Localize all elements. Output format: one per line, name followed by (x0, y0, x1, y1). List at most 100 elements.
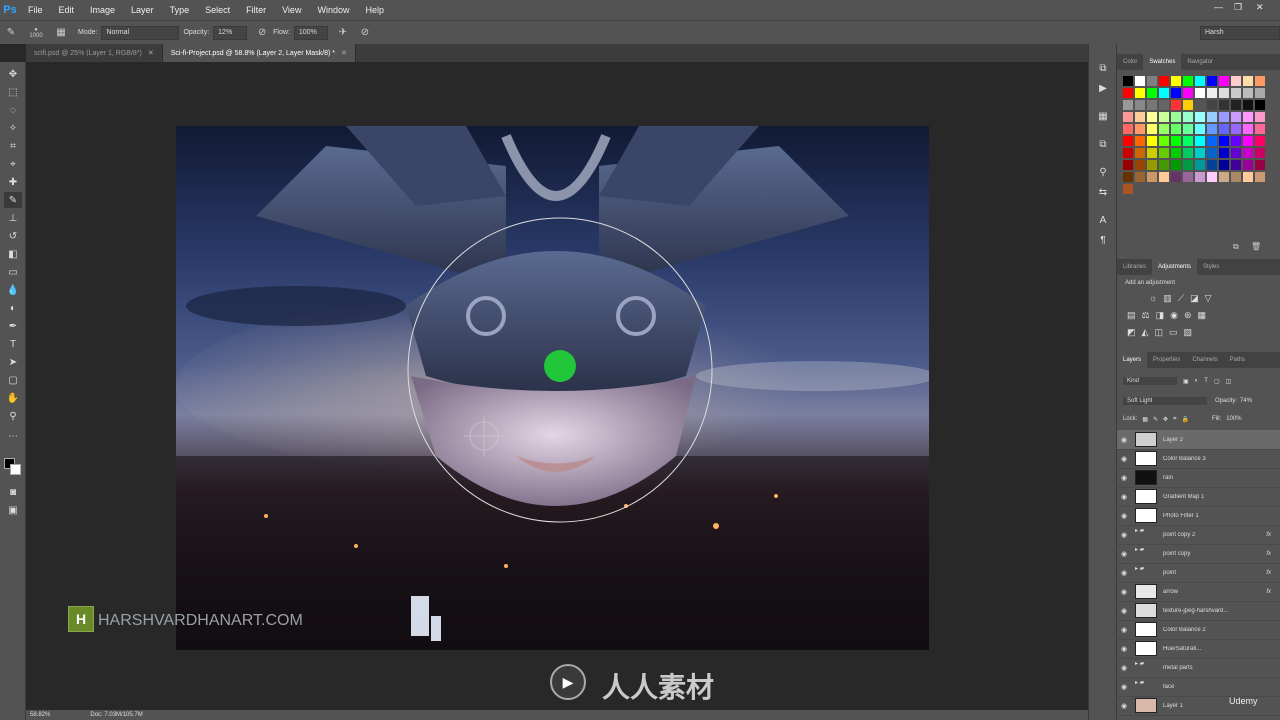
filter-shape-icon[interactable]: ▢ (1214, 378, 1220, 385)
fill-value[interactable]: 100% (1226, 416, 1241, 422)
swatch[interactable] (1255, 112, 1265, 122)
swatch[interactable] (1183, 88, 1193, 98)
swatch[interactable] (1195, 88, 1205, 98)
brush-preset-picker[interactable]: ● 1000 (25, 25, 47, 41)
menu-edit[interactable]: Edit (51, 5, 83, 15)
swatch[interactable] (1171, 136, 1181, 146)
swatch[interactable] (1231, 76, 1241, 86)
swatch[interactable] (1207, 124, 1217, 134)
swatch[interactable] (1255, 88, 1265, 98)
brush-tool-icon[interactable]: ✎ (4, 192, 22, 208)
layer-effects-badge[interactable]: fx (1266, 532, 1271, 538)
black-white-icon[interactable]: ◨ (1156, 310, 1165, 321)
character-icon[interactable]: A (1095, 212, 1111, 228)
swatch[interactable] (1195, 172, 1205, 182)
gradient-tool-icon[interactable]: ▭ (4, 264, 22, 280)
menu-file[interactable]: File (20, 5, 51, 15)
swatch[interactable] (1123, 172, 1133, 182)
filter-smart-icon[interactable]: ◫ (1226, 378, 1232, 385)
visibility-eye-icon[interactable]: ◉ (1117, 702, 1131, 710)
quick-mask-icon[interactable]: ◙ (4, 484, 22, 500)
pressure-opacity-icon[interactable]: ⊘ (254, 25, 270, 41)
swatch[interactable] (1195, 160, 1205, 170)
brush-tool-icon[interactable]: ✎ (3, 25, 19, 41)
swatch[interactable] (1171, 88, 1181, 98)
swatch[interactable] (1147, 76, 1157, 86)
tab-color[interactable]: Color (1117, 54, 1143, 70)
eraser-tool-icon[interactable]: ◧ (4, 246, 22, 262)
swatch[interactable] (1183, 112, 1193, 122)
swatch[interactable] (1243, 88, 1253, 98)
menu-layer[interactable]: Layer (123, 5, 162, 15)
swatch[interactable] (1171, 100, 1181, 110)
filter-pixel-icon[interactable]: ▣ (1183, 378, 1189, 385)
zoom-level[interactable]: 58.82% (30, 712, 50, 718)
hue-sat-icon[interactable]: ▤ (1127, 310, 1136, 321)
canvas-area[interactable]: H H HARSHVARDHANART.COM ▶ 人人素材 (26, 62, 1088, 710)
vibrance-icon[interactable]: ▽ (1205, 293, 1212, 304)
filter-adjust-icon[interactable]: ◐ (1195, 378, 1199, 384)
swatch[interactable] (1123, 112, 1133, 122)
swatch[interactable] (1195, 112, 1205, 122)
tab-paths[interactable]: Paths (1224, 352, 1251, 368)
swatch[interactable] (1243, 160, 1253, 170)
swatch[interactable] (1255, 160, 1265, 170)
swatch[interactable] (1243, 124, 1253, 134)
swatch[interactable] (1183, 100, 1193, 110)
layer-kind-select[interactable]: Kind (1123, 377, 1177, 385)
swatch[interactable] (1159, 112, 1169, 122)
swatch[interactable] (1123, 76, 1133, 86)
tab-navigator[interactable]: Navigator (1181, 54, 1219, 70)
type-tool-icon[interactable]: T (4, 336, 22, 352)
layer-row[interactable]: ◉ rain (1117, 468, 1280, 488)
swatch[interactable] (1231, 124, 1241, 134)
swatch[interactable] (1183, 160, 1193, 170)
swatch[interactable] (1231, 172, 1241, 182)
swatch[interactable] (1159, 76, 1169, 86)
visibility-eye-icon[interactable]: ◉ (1117, 569, 1131, 577)
layer-effects-badge[interactable]: fx (1266, 551, 1271, 557)
swatch[interactable] (1147, 100, 1157, 110)
lock-all-icon[interactable]: 🔒 (1181, 416, 1188, 423)
swatch[interactable] (1159, 172, 1169, 182)
brush-panel-icon[interactable]: ▦ (53, 25, 69, 41)
levels-icon[interactable]: ▥ (1163, 293, 1172, 304)
color-lookup-icon[interactable]: ▦ (1198, 310, 1207, 321)
layer-row[interactable]: ◉ Gradient Map 1 (1117, 487, 1280, 507)
visibility-eye-icon[interactable]: ◉ (1117, 550, 1131, 558)
swatch[interactable] (1219, 88, 1229, 98)
swatch[interactable] (1255, 172, 1265, 182)
layer-opacity-value[interactable]: 74% (1240, 398, 1252, 404)
menu-window[interactable]: Window (309, 5, 357, 15)
swatch[interactable] (1123, 124, 1133, 134)
hand-tool-icon[interactable]: ✋ (4, 390, 22, 406)
swatch[interactable] (1243, 76, 1253, 86)
menu-view[interactable]: View (274, 5, 309, 15)
mode-select[interactable]: Normal (101, 25, 180, 40)
swatch[interactable] (1207, 136, 1217, 146)
swatch[interactable] (1135, 88, 1145, 98)
visibility-eye-icon[interactable]: ◉ (1117, 683, 1131, 691)
swatch[interactable] (1171, 160, 1181, 170)
layer-row[interactable]: ◉ Layer 2 (1117, 430, 1280, 450)
swatch[interactable] (1207, 160, 1217, 170)
swatch[interactable] (1183, 148, 1193, 158)
threshold-icon[interactable]: ◫ (1154, 327, 1163, 338)
tab-sci-fi-project[interactable]: Sci-fi-Project.psd @ 58.8% (Layer 2, Lay… (162, 44, 356, 62)
opacity-input[interactable]: 12% (213, 25, 248, 40)
visibility-eye-icon[interactable]: ◉ (1117, 664, 1131, 672)
curves-icon[interactable]: ⟋ (1178, 293, 1184, 304)
swatch[interactable] (1207, 112, 1217, 122)
swatch[interactable] (1135, 112, 1145, 122)
marquee-tool-icon[interactable]: ⬚ (4, 84, 22, 100)
quick-select-tool-icon[interactable]: ✧ (4, 120, 22, 136)
eyedropper-tool-icon[interactable]: ⌖ (4, 156, 22, 172)
layer-row[interactable]: ◉ ▸ ▰ point copy 2 fx (1117, 525, 1280, 545)
workspace-select[interactable]: Harsh (1200, 25, 1280, 40)
swatch[interactable] (1219, 136, 1229, 146)
lock-artboard-icon[interactable]: ⌗ (1173, 416, 1176, 423)
app-logo[interactable]: Ps (0, 0, 20, 20)
swatch[interactable] (1255, 124, 1265, 134)
swatch[interactable] (1195, 76, 1205, 86)
tab-libraries[interactable]: Libraries (1117, 259, 1152, 275)
